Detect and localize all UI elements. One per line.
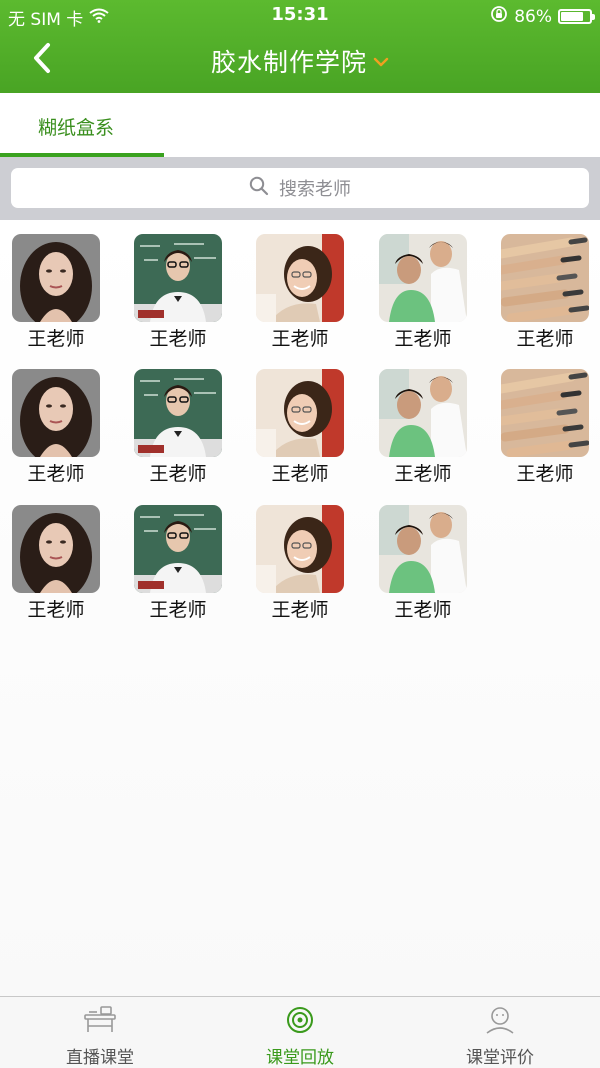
teacher-photo xyxy=(501,369,589,457)
tabbar-item-evaluation[interactable]: 课堂评价 xyxy=(400,997,600,1068)
header-bar: 无 SIM 卡 15:31 86% 胶水制作学院 xyxy=(0,0,600,93)
status-right: 86% xyxy=(490,5,595,28)
tab-category-0[interactable]: 糊纸盒系 xyxy=(0,93,164,157)
teacher-photo xyxy=(12,369,100,457)
teacher-card[interactable]: 王老师 xyxy=(122,491,232,621)
teacher-card[interactable]: 王老师 xyxy=(367,491,477,621)
battery-icon xyxy=(558,9,595,24)
teacher-name: 王老师 xyxy=(271,463,329,485)
user-evaluation-icon xyxy=(483,1005,517,1035)
teacher-card[interactable]: 王老师 xyxy=(367,355,477,485)
teacher-card[interactable]: 王老师 xyxy=(122,220,232,350)
tabbar-label: 课堂回放 xyxy=(266,1048,334,1068)
category-tabs: 糊纸盒系 xyxy=(0,93,600,157)
teacher-card[interactable]: 王老师 xyxy=(0,220,110,350)
teacher-card[interactable]: 王老师 xyxy=(489,220,599,350)
teacher-name: 王老师 xyxy=(27,599,85,621)
teacher-name: 王老师 xyxy=(27,328,85,350)
teacher-name: 王老师 xyxy=(516,328,574,350)
teacher-card[interactable]: 王老师 xyxy=(0,355,110,485)
tabbar-label: 直播课堂 xyxy=(66,1048,134,1068)
search-input[interactable]: 搜索老师 xyxy=(11,168,589,208)
teacher-photo xyxy=(134,505,222,593)
teacher-photo xyxy=(501,234,589,322)
teacher-photo xyxy=(379,505,467,593)
page-title: 胶水制作学院 xyxy=(210,48,367,77)
chevron-down-icon xyxy=(373,52,389,71)
teacher-photo xyxy=(12,505,100,593)
battery-percent: 86% xyxy=(514,6,552,27)
teacher-photo xyxy=(379,369,467,457)
tabbar-label: 课堂评价 xyxy=(466,1048,534,1068)
tab-label: 糊纸盒系 xyxy=(38,117,115,139)
teacher-photo xyxy=(256,369,344,457)
teacher-photo xyxy=(256,234,344,322)
navigation-bar: 胶水制作学院 xyxy=(0,30,600,93)
teacher-card[interactable]: 王老师 xyxy=(244,220,354,350)
teacher-photo xyxy=(256,505,344,593)
teacher-photo xyxy=(134,234,222,322)
rotation-lock-icon xyxy=(490,5,508,28)
teacher-name: 王老师 xyxy=(394,463,452,485)
tabbar-item-replay[interactable]: 课堂回放 xyxy=(200,997,400,1068)
teacher-card[interactable]: 王老师 xyxy=(0,491,110,621)
teacher-card[interactable]: 王老师 xyxy=(122,355,232,485)
teacher-name: 王老师 xyxy=(149,599,207,621)
teacher-card[interactable]: 王老师 xyxy=(489,355,599,485)
teacher-name: 王老师 xyxy=(149,463,207,485)
teacher-name: 王老师 xyxy=(149,328,207,350)
tabbar-item-live-class[interactable]: 直播课堂 xyxy=(0,997,200,1068)
classroom-desk-icon xyxy=(83,1005,117,1035)
bottom-tab-bar: 直播课堂 课堂回放 课堂评价 xyxy=(0,996,600,1068)
search-placeholder: 搜索老师 xyxy=(279,179,351,200)
teacher-card[interactable]: 王老师 xyxy=(244,491,354,621)
teacher-name: 王老师 xyxy=(516,463,574,485)
title-dropdown[interactable]: 胶水制作学院 xyxy=(0,43,600,79)
teacher-photo xyxy=(134,369,222,457)
teacher-name: 王老师 xyxy=(271,599,329,621)
status-bar: 无 SIM 卡 15:31 86% xyxy=(0,0,600,30)
teacher-name: 王老师 xyxy=(27,463,85,485)
search-icon xyxy=(249,176,269,201)
replay-disc-icon xyxy=(283,1005,317,1035)
teacher-grid: 王老师 王老师 王老师 王老师 王老师 王老师 王老师 王老师 王老师 王老师 王老师 王老师 王老师王… xyxy=(0,220,600,996)
teacher-card[interactable]: 王老师 xyxy=(367,220,477,350)
teacher-name: 王老师 xyxy=(271,328,329,350)
teacher-photo xyxy=(12,234,100,322)
search-bar: 搜索老师 xyxy=(0,157,600,220)
teacher-name: 王老师 xyxy=(394,328,452,350)
teacher-photo xyxy=(379,234,467,322)
teacher-name: 王老师 xyxy=(394,599,452,621)
teacher-card[interactable]: 王老师 xyxy=(244,355,354,485)
